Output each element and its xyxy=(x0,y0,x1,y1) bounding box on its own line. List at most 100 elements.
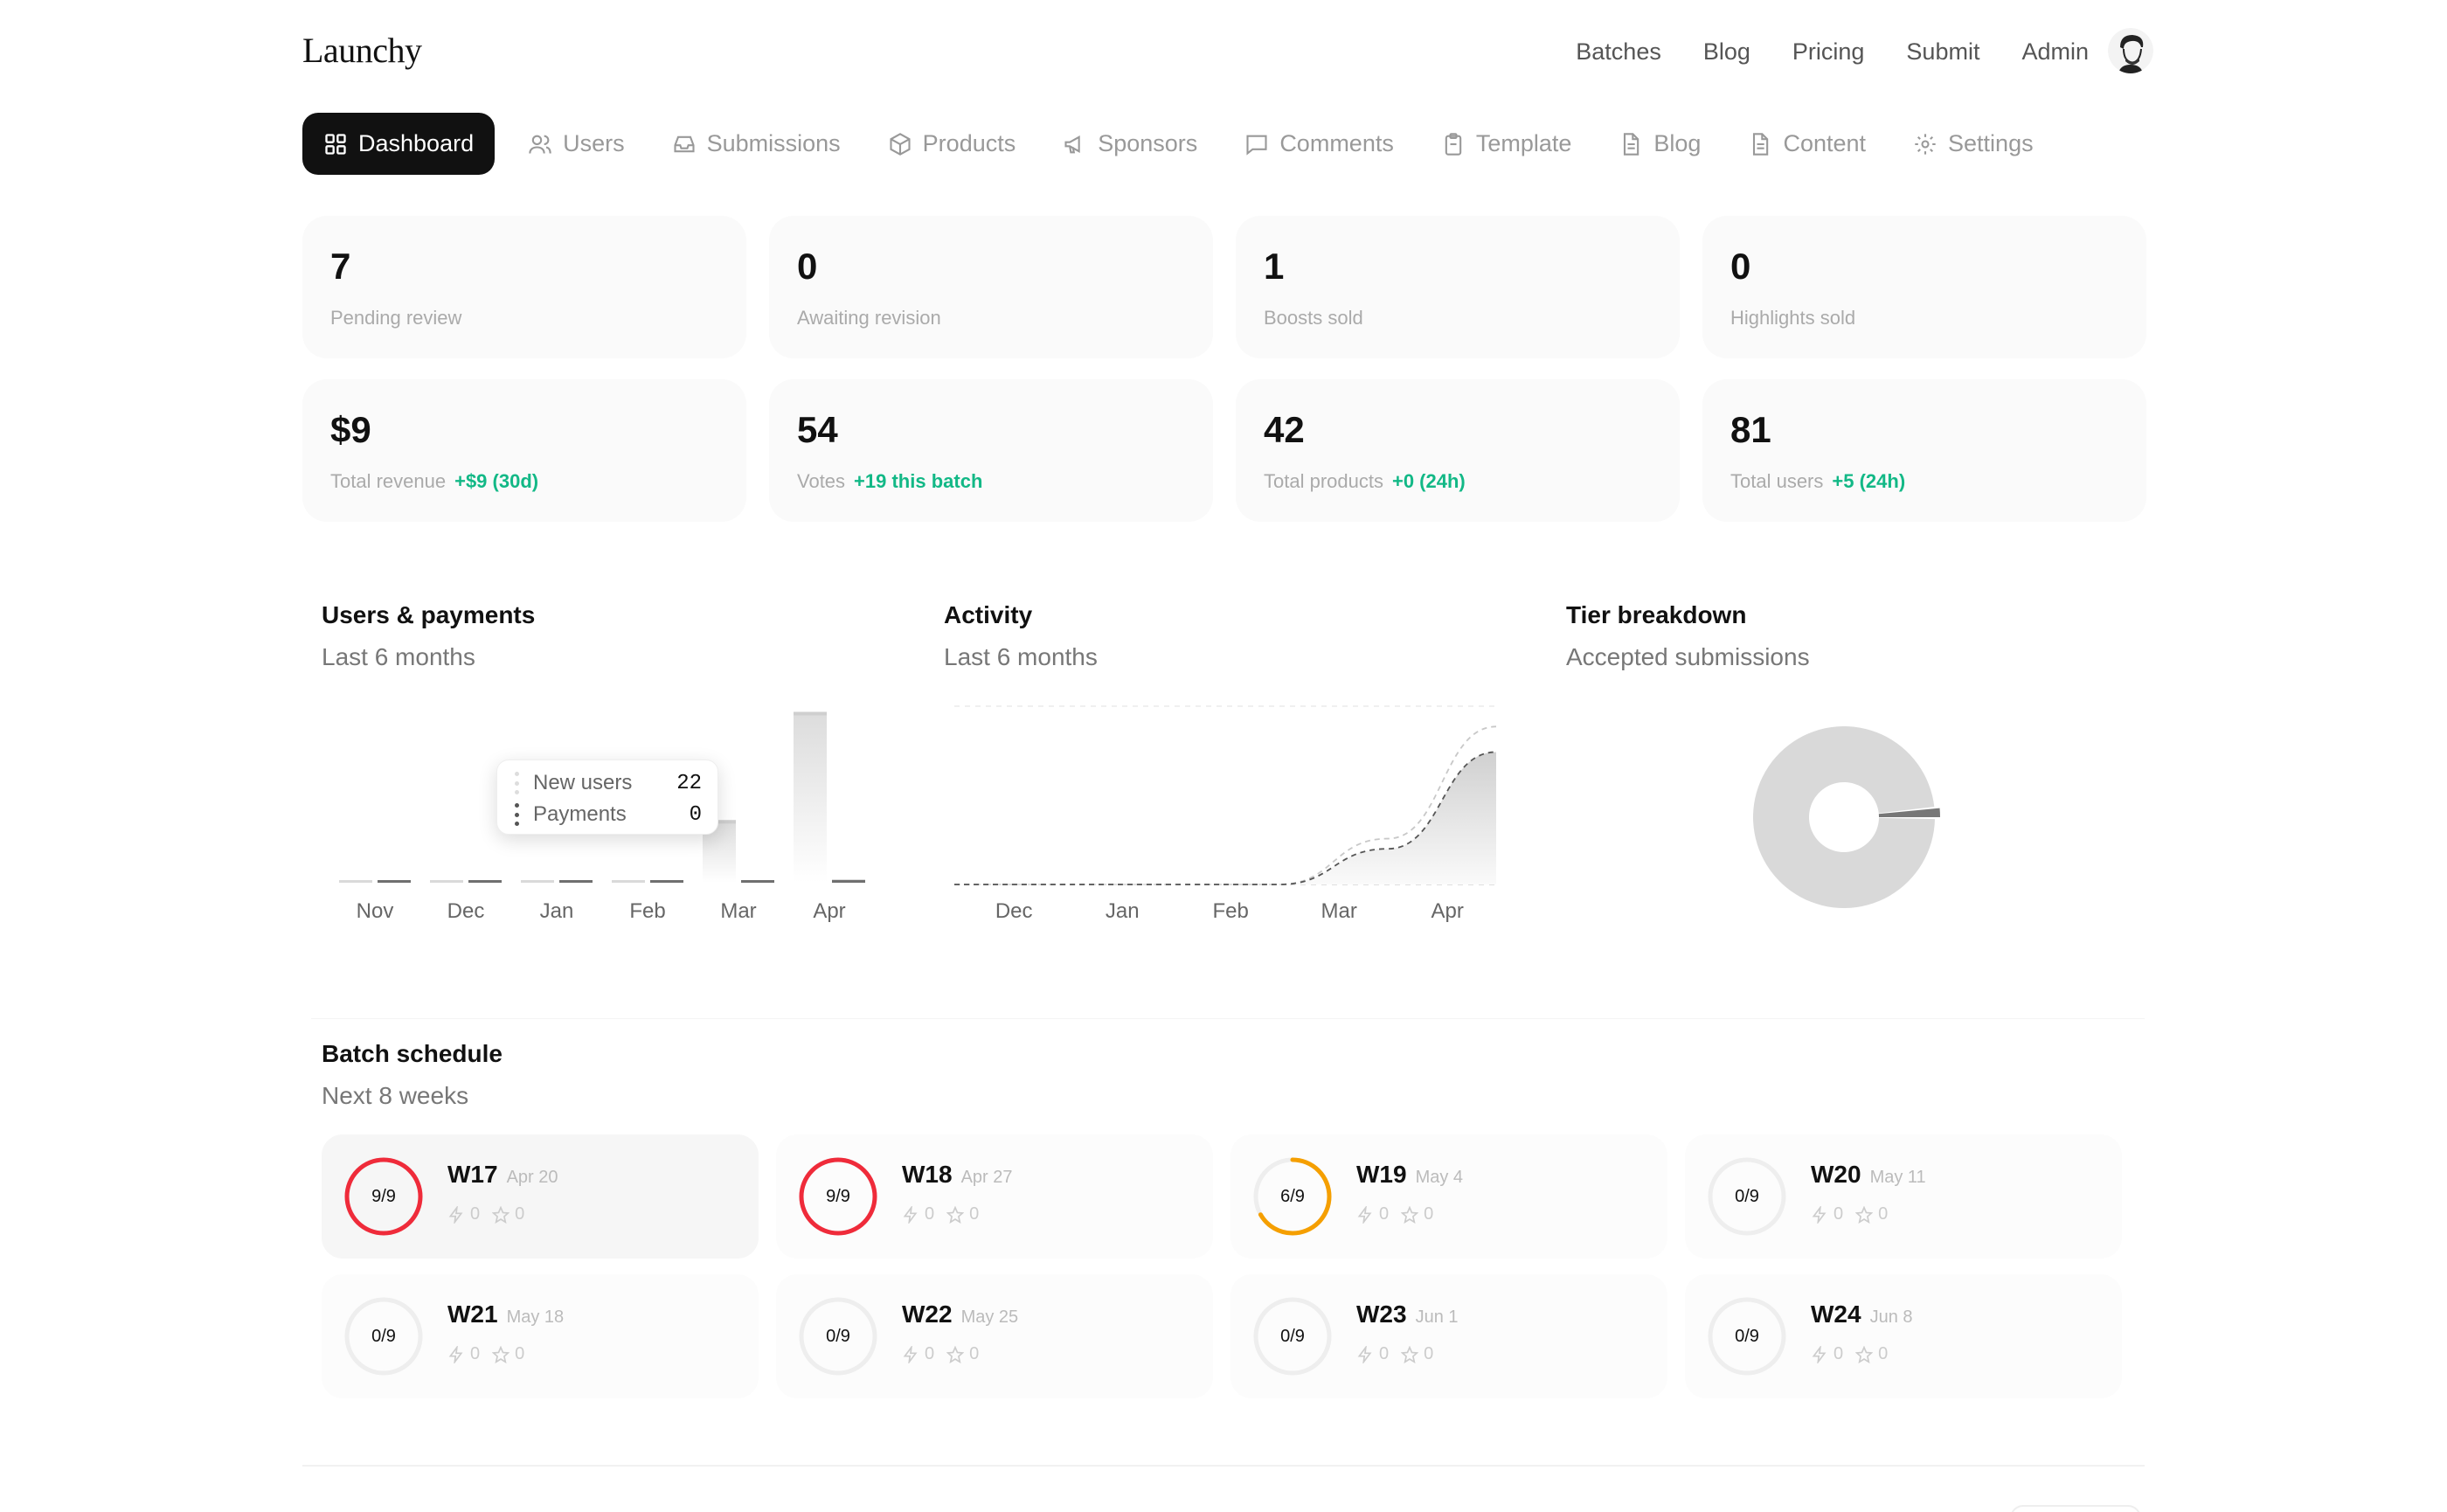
bar-new-users-nov[interactable] xyxy=(339,880,372,883)
tab-blog[interactable]: Blog xyxy=(1598,113,1722,175)
batch-week: W24 Jun 8 xyxy=(1811,1300,1913,1328)
batch-capacity-label: 0/9 xyxy=(1735,1186,1759,1206)
batch-capacity-label: 9/9 xyxy=(371,1186,396,1206)
batch-date: May 25 xyxy=(960,1307,1019,1327)
batch-week: W18 Apr 27 xyxy=(902,1161,1013,1188)
tab-settings[interactable]: Settings xyxy=(1892,113,2055,175)
batch-week: W19 May 4 xyxy=(1356,1161,1464,1188)
tab-products[interactable]: Products xyxy=(867,113,1037,175)
batch-boost-count: 0 xyxy=(1834,1204,1844,1224)
batch-date: Apr 27 xyxy=(960,1168,1013,1187)
nav-pricing[interactable]: Pricing xyxy=(1792,38,1865,66)
stat-label: Boosts sold xyxy=(1264,307,1363,329)
bar-new-users-apr[interactable] xyxy=(794,711,827,883)
stat-value: 42 xyxy=(1264,409,1305,450)
tab-users[interactable]: Users xyxy=(507,113,646,175)
document-icon xyxy=(1753,132,1769,156)
batch-card[interactable]: 6/9 W19 May 400 xyxy=(1230,1134,1667,1259)
bar-new-users-feb[interactable] xyxy=(612,880,645,883)
tier-chart-title: Tier breakdown xyxy=(1566,601,1747,628)
comment-icon xyxy=(1246,135,1267,156)
batch-card[interactable]: 0/9 W23 Jun 100 xyxy=(1230,1274,1667,1398)
bar-cap xyxy=(794,711,827,716)
tooltip-label: New users xyxy=(533,771,633,794)
batch-card[interactable]: 9/9 W18 Apr 27 0 0 xyxy=(776,1134,1213,1259)
batch-boost-count: 0 xyxy=(1834,1344,1844,1363)
batch-card[interactable]: 0/9 W20 May 11 0 0 xyxy=(1685,1134,2122,1259)
batch-card[interactable]: 0/9 W22 May 25 0 0 xyxy=(776,1274,1213,1398)
star-icon xyxy=(946,1345,965,1363)
star-icon xyxy=(946,1205,965,1224)
nav-submit[interactable]: Submit xyxy=(1906,38,1979,66)
tier-breakdown-chart[interactable] xyxy=(1739,712,1966,922)
tooltip-label: Payments xyxy=(533,802,627,826)
bar-payments-jan[interactable] xyxy=(559,880,593,883)
boost-icon xyxy=(448,1205,463,1224)
stat-label: Highlights sold xyxy=(1730,307,1856,329)
bar-payments-dec[interactable] xyxy=(468,880,502,883)
stat-delta: +5 (24h) xyxy=(1832,470,1906,492)
batch-card[interactable]: 9/9 W17 Apr 20 0 0 xyxy=(322,1134,759,1259)
package-icon xyxy=(890,132,911,156)
batch-highlight-count: 0 xyxy=(1424,1204,1434,1224)
batch-date: Jun 8 xyxy=(1869,1307,1913,1327)
x-tick-label: Apr xyxy=(1431,899,1464,923)
batch-capacity-label: 0/9 xyxy=(826,1326,850,1346)
tab-label: Sponsors xyxy=(1098,130,1198,156)
tab-template[interactable]: Template xyxy=(1420,113,1593,175)
stat-delta: +$9 (30d) xyxy=(454,470,539,492)
avatar[interactable] xyxy=(2108,28,2153,73)
batch-boost-count: 0 xyxy=(470,1204,481,1224)
bar-payments-feb[interactable] xyxy=(650,880,683,883)
stat-total-users: 81 Total users +5 (24h) xyxy=(1702,379,2146,522)
batch-card[interactable]: 0/9 W24 Jun 800 xyxy=(1685,1274,2122,1398)
tab-label: Dashboard xyxy=(358,130,475,156)
tab-submissions[interactable]: Submissions xyxy=(651,113,862,175)
user-avatar-icon xyxy=(2108,28,2153,73)
bar-payments-nov[interactable] xyxy=(378,880,411,883)
nav-batches[interactable]: Batches xyxy=(1576,38,1661,66)
tab-label: Comments xyxy=(1279,130,1394,156)
stat-awaiting-revision: 0 Awaiting revision xyxy=(769,216,1213,358)
boost-icon xyxy=(1357,1345,1372,1363)
tab-label: Submissions xyxy=(706,130,841,156)
nav-admin[interactable]: Admin xyxy=(2021,38,2089,66)
bar-new-users-jan[interactable] xyxy=(521,880,554,883)
bar-new-users-dec[interactable] xyxy=(430,880,463,883)
tab-dashboard[interactable]: Dashboard xyxy=(302,113,496,175)
batch-week: W22 May 25 xyxy=(902,1300,1019,1328)
x-tick-label: Mar xyxy=(720,899,756,923)
batch-date: Jun 1 xyxy=(1415,1307,1459,1327)
activity-chart[interactable]: Dec Jan Feb Mar Apr xyxy=(946,690,1514,935)
x-tick-label: Apr xyxy=(813,899,845,923)
batch-highlight-count: 0 xyxy=(969,1344,980,1363)
nav-blog[interactable]: Blog xyxy=(1703,38,1750,66)
clipboard-icon xyxy=(1445,132,1462,156)
batch-date: May 18 xyxy=(506,1307,565,1327)
x-tick-label: Nov xyxy=(357,899,394,923)
tab-content[interactable]: Content xyxy=(1727,113,1887,175)
batch-boost-count: 0 xyxy=(470,1344,481,1363)
gear-icon xyxy=(1915,133,1936,155)
batch-week: W23 Jun 1 xyxy=(1356,1300,1459,1328)
batch-highlight-count: 0 xyxy=(515,1204,525,1224)
boost-icon xyxy=(903,1205,918,1224)
stat-delta: +19 this batch xyxy=(854,470,983,492)
batch-card[interactable]: 0/9 W21 May 18 0 0 xyxy=(322,1274,759,1398)
tab-sponsors[interactable]: Sponsors xyxy=(1042,113,1218,175)
tab-comments[interactable]: Comments xyxy=(1224,113,1415,175)
section-divider xyxy=(311,1018,2145,1019)
users-chart-title: Users & payments xyxy=(322,601,536,628)
footer-control[interactable] xyxy=(2010,1505,2141,1512)
tooltip-row-new-users: New users 22 xyxy=(515,771,702,795)
megaphone-icon xyxy=(1064,135,1080,153)
brand-logo[interactable]: Launchy xyxy=(302,30,422,71)
batch-boost-count: 0 xyxy=(1379,1204,1390,1224)
stat-label: Total revenue +$9 (30d) xyxy=(330,470,539,492)
batch-meta: 00 xyxy=(447,1204,524,1224)
star-icon xyxy=(492,1345,510,1363)
stat-value: 1 xyxy=(1264,246,1285,287)
bar-payments-mar[interactable] xyxy=(741,880,774,883)
dashboard-icon xyxy=(325,133,346,155)
batch-boost-count: 0 xyxy=(925,1204,935,1224)
